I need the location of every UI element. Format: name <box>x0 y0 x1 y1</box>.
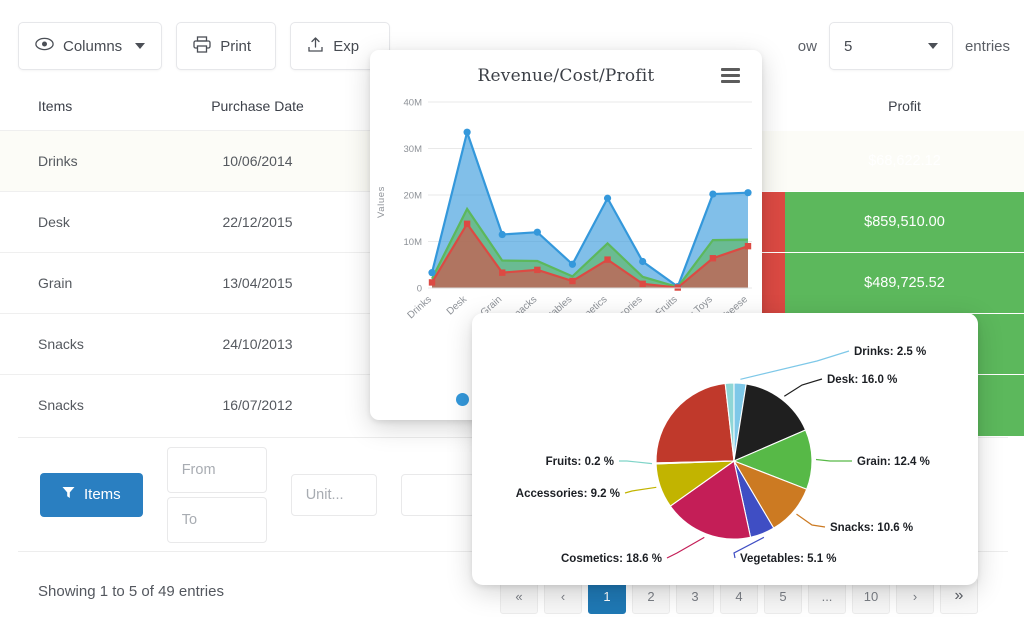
showing-entries-text: Showing 1 to 5 of 49 entries <box>38 583 224 600</box>
cell-date: 16/07/2012 <box>170 375 345 436</box>
cell-profit: $68,622.12 <box>785 131 1024 192</box>
unit-filter-input[interactable]: Unit... <box>291 474 377 516</box>
category-share-pie-card: Drinks: 2.5 % Desk: 16.0 % Grain: 12.4 % Sn… <box>472 313 978 585</box>
entries-per-page-select[interactable]: 5 <box>829 22 953 70</box>
print-button-label: Print <box>220 38 251 55</box>
cell-date: 13/04/2015 <box>170 253 345 314</box>
pie-chart-plot: Drinks: 2.5 % Desk: 16.0 % Grain: 12.4 % Sn… <box>472 313 978 585</box>
pie-leader-line <box>816 460 852 462</box>
to-date-placeholder: To <box>182 512 197 528</box>
show-entries-suffix: entries <box>965 38 1010 55</box>
pie-leader-line <box>784 379 822 396</box>
entries-per-page-value: 5 <box>844 38 852 55</box>
pie-leader-line <box>667 537 704 558</box>
printer-icon <box>193 36 211 57</box>
to-date-input[interactable]: To <box>167 497 267 543</box>
col-header-profit[interactable]: Profit <box>785 88 1024 131</box>
cell-item: Drinks <box>0 131 170 192</box>
chevron-down-icon <box>135 43 145 49</box>
x-tick-label: Drinks <box>406 294 434 321</box>
table-toolbar: Columns Print Exp <box>18 22 390 70</box>
show-entries-control: ow 5 entries <box>798 22 1010 70</box>
columns-button-label: Columns <box>63 38 122 55</box>
cell-item: Snacks <box>0 314 170 375</box>
legend-swatch-revenue <box>456 393 469 406</box>
from-date-placeholder: From <box>182 462 216 478</box>
cell-date: 22/12/2015 <box>170 192 345 253</box>
pie-slice-label: Grain: 12.4 % <box>857 456 930 468</box>
cell-profit: $859,510.00 <box>785 192 1024 253</box>
col-header-purchase-date[interactable]: Purchase Date <box>170 88 345 131</box>
pie-slice[interactable] <box>656 384 734 463</box>
x-tick-label: Desk <box>445 293 470 317</box>
pie-leader-line <box>797 514 826 527</box>
cell-item: Snacks <box>0 375 170 436</box>
pie-leader-line <box>619 461 652 464</box>
print-button[interactable]: Print <box>176 22 276 70</box>
pie-slice-label: Vegetables: 5.1 % <box>740 553 837 565</box>
extra-filter-input-1[interactable] <box>401 474 475 516</box>
upload-icon <box>307 36 324 57</box>
chart-title: Revenue/Cost/Profit <box>370 50 762 86</box>
unit-filter-placeholder: Unit... <box>306 487 344 503</box>
filter-items-button[interactable]: Items <box>40 473 143 517</box>
date-range-inputs: From To <box>167 447 267 543</box>
filter-items-label: Items <box>84 486 121 503</box>
pie-slice-label: Snacks: 10.6 % <box>830 522 913 534</box>
y-tick-label: 20M <box>404 191 423 202</box>
pie-slice-label: Desk: 16.0 % <box>827 374 897 386</box>
export-button-label: Exp <box>333 38 359 55</box>
cell-item: Grain <box>0 253 170 314</box>
y-tick-label: 0 <box>417 284 422 295</box>
from-date-input[interactable]: From <box>167 447 267 493</box>
pie-slice-label: Accessories: 9.2 % <box>516 488 620 500</box>
y-tick-label: 30M <box>404 144 423 155</box>
col-header-items[interactable]: Items <box>0 88 170 131</box>
cell-date: 24/10/2013 <box>170 314 345 375</box>
pie-slice-label: Cosmetics: 18.6 % <box>561 553 662 565</box>
y-tick-label: 10M <box>404 237 423 248</box>
columns-button[interactable]: Columns <box>18 22 162 70</box>
pie-slice-label: Fruits: 0.2 % <box>546 456 614 468</box>
pie-slice-label: Drinks: 2.5 % <box>854 346 926 358</box>
pie-leader-line <box>625 487 656 493</box>
cell-item: Desk <box>0 192 170 253</box>
filter-icon <box>62 486 75 503</box>
hamburger-icon[interactable] <box>721 68 740 86</box>
cell-profit: $489,725.52 <box>785 253 1024 314</box>
chevron-down-icon <box>928 43 938 49</box>
y-tick-label: 40M <box>404 98 423 109</box>
cell-date: 10/06/2014 <box>170 131 345 192</box>
screen-root: Columns Print Exp ow 5 <box>0 0 1024 637</box>
show-entries-prefix: ow <box>798 38 817 55</box>
eye-icon <box>35 37 54 55</box>
